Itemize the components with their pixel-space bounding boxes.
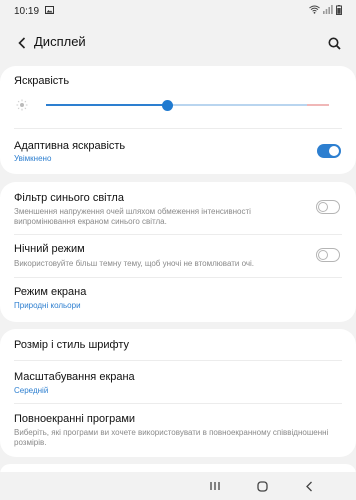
search-icon xyxy=(328,37,341,50)
divider xyxy=(14,277,342,278)
divider xyxy=(14,403,342,404)
divider xyxy=(14,360,342,361)
blue-light-filter-description: Зменшення напруження очей шляхом обмежен… xyxy=(14,207,251,226)
battery-icon xyxy=(336,4,342,18)
fullscreen-apps-label: Повноекранні програми xyxy=(14,413,136,425)
wifi-icon xyxy=(309,5,320,17)
search-button[interactable] xyxy=(324,33,344,53)
screen-zoom-value: Середній xyxy=(14,386,49,395)
app-bar: Дисплей xyxy=(0,24,356,62)
recent-apps-icon xyxy=(210,482,220,490)
back-nav-icon xyxy=(306,481,312,491)
adaptive-brightness-toggle[interactable] xyxy=(317,144,341,158)
gallery-notification-icon xyxy=(45,5,55,17)
brightness-slider-track xyxy=(167,104,307,106)
screen-mode-label: Режим екрана xyxy=(14,286,87,298)
home-icon xyxy=(256,480,268,492)
night-mode-description: Використовуйте більш темну тему, щоб уно… xyxy=(14,259,255,268)
divider xyxy=(14,128,342,129)
brightness-low-icon xyxy=(16,98,28,116)
brightness-slider-high-zone xyxy=(307,104,329,106)
blue-light-filter-label: Фільтр синього світла xyxy=(14,192,124,204)
recent-apps-button[interactable] xyxy=(206,478,224,494)
font-size-style-label: Розмір і стиль шрифту xyxy=(14,339,130,351)
navigation-bar xyxy=(0,472,356,500)
divider xyxy=(14,234,342,235)
back-nav-button[interactable] xyxy=(300,478,318,494)
brightness-slider-fill xyxy=(46,104,167,106)
status-bar: 10:19 xyxy=(0,0,356,22)
signal-icon xyxy=(323,5,333,17)
night-mode-toggle[interactable] xyxy=(316,248,340,262)
adaptive-brightness-label: Адаптивна яскравість xyxy=(14,140,126,152)
page-title: Дисплей xyxy=(34,34,86,49)
brightness-label: Яскравість xyxy=(14,75,70,87)
fullscreen-apps-description: Виберіть, які програми ви хочете викорис… xyxy=(14,428,329,447)
home-button[interactable] xyxy=(253,478,271,494)
arrow-back-icon xyxy=(18,37,26,49)
night-mode-label: Нічний режим xyxy=(14,243,85,255)
screen-zoom-label: Масштабування екрана xyxy=(14,371,135,383)
adaptive-brightness-status: Увімкнено xyxy=(14,154,52,163)
brightness-slider-thumb[interactable] xyxy=(162,100,173,111)
screen-mode-value: Природні кольори xyxy=(14,301,81,310)
status-time: 10:19 xyxy=(14,5,40,17)
blue-light-filter-toggle[interactable] xyxy=(316,200,340,214)
back-button[interactable] xyxy=(12,33,32,53)
